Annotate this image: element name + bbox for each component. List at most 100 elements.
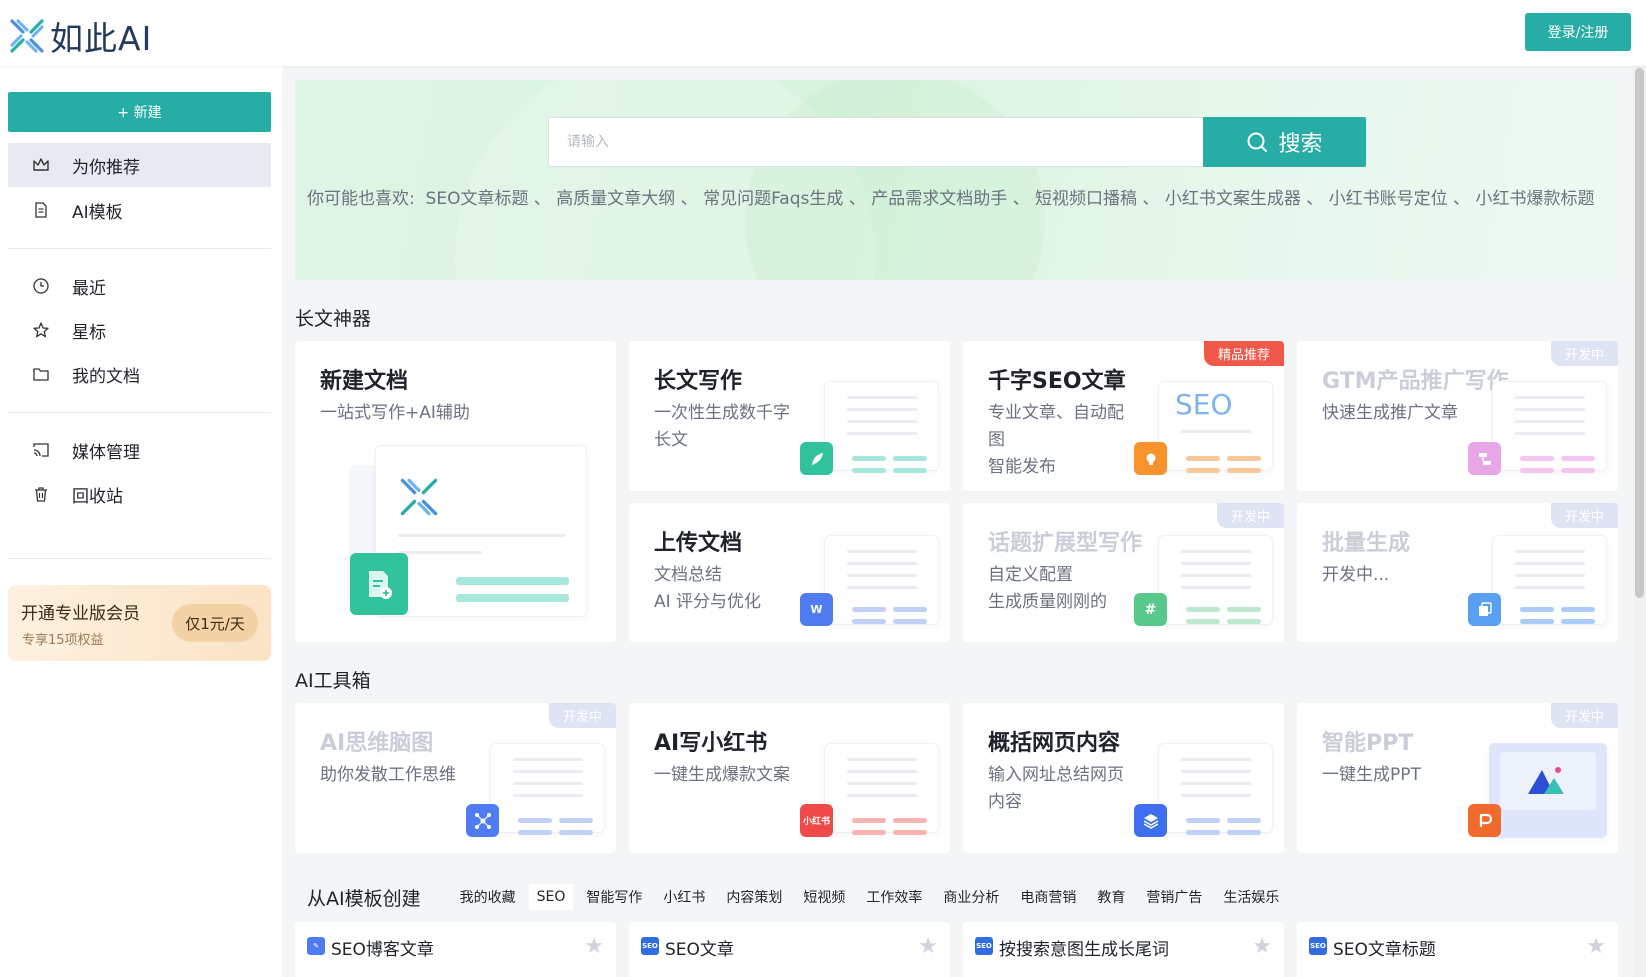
card-upload-doc[interactable]: 上传文档 文档总结 AI 评分与优化 W: [629, 503, 950, 642]
word-icon: W: [800, 593, 833, 626]
dev-badge: 开发中: [548, 703, 616, 728]
suggestion-item[interactable]: 小红书账号定位: [1329, 189, 1448, 209]
top-bar: 如此AI 登录/注册: [0, 0, 1646, 66]
deco-bar: [893, 607, 927, 612]
card-new-doc[interactable]: 新建文档 一站式写作+AI辅助: [295, 341, 616, 642]
sidebar-item-trash[interactable]: 回收站: [8, 472, 271, 516]
card-xiaohongshu[interactable]: AI写小红书 一键生成爆款文案 小红书: [629, 703, 950, 853]
template-title: 按搜索意图生成长尾词: [999, 940, 1169, 960]
suggestion-item[interactable]: 产品需求文档助手: [871, 189, 1007, 209]
card-gtm[interactable]: GTM产品推广写作 快速生成推广文章 开发中: [1297, 341, 1618, 491]
deco-bar: [1186, 607, 1220, 612]
deco-bar: [852, 818, 886, 823]
login-button[interactable]: 登录/注册: [1525, 13, 1631, 51]
deco-bar: [852, 830, 886, 835]
deco-bar: [852, 619, 886, 624]
scrollbar-thumb[interactable]: [1635, 68, 1644, 598]
deco-bar: [1227, 607, 1261, 612]
tab-business-analysis[interactable]: 商业分析: [935, 882, 1007, 912]
deco-bar: [893, 818, 927, 823]
sidebar-item-templates[interactable]: AI模板: [8, 188, 271, 232]
folder-icon: [33, 368, 49, 381]
star-icon[interactable]: ★: [918, 934, 938, 959]
divider: [8, 412, 271, 413]
template-title: SEO博客文章: [331, 940, 434, 960]
tab-productivity[interactable]: 工作效率: [858, 882, 930, 912]
suggestion-item[interactable]: 高质量文章大纲: [556, 189, 675, 209]
clock-icon: [33, 278, 49, 294]
suggestion-item[interactable]: SEO文章标题: [426, 189, 529, 209]
deco-bar: [1561, 468, 1595, 473]
tab-ecommerce[interactable]: 电商营销: [1012, 882, 1084, 912]
mindmap-icon: [466, 804, 499, 837]
logo[interactable]: 如此AI: [8, 12, 152, 60]
deco-bar: [1227, 468, 1261, 473]
star-icon[interactable]: ★: [1586, 934, 1606, 959]
tab-smart-writing[interactable]: 智能写作: [578, 882, 650, 912]
search-button[interactable]: 搜索: [1203, 117, 1366, 167]
section-title-toolbox: AI工具箱: [295, 670, 371, 692]
vip-subtitle: 专享15项权益: [22, 633, 104, 648]
template-card[interactable]: SEO 按搜索意图生成长尾词 ★: [963, 922, 1284, 977]
template-card[interactable]: SEO SEO文章 ★: [629, 922, 950, 977]
suggestion-item[interactable]: 小红书文案生成器: [1165, 189, 1301, 209]
vip-price-button[interactable]: 仅1元/天: [172, 604, 258, 642]
search-icon: [1247, 132, 1268, 152]
card-batch-generate[interactable]: 批量生成 开发中... 开发中: [1297, 503, 1618, 642]
template-card[interactable]: ✎ SEO博客文章 ★: [295, 922, 616, 977]
tab-favorites[interactable]: 我的收藏: [452, 882, 524, 912]
vip-banner[interactable]: 开通专业版会员 专享15项权益 仅1元/天: [8, 585, 271, 661]
star-icon[interactable]: ★: [584, 934, 604, 959]
suggestion-item[interactable]: 常见问题Faqs生成: [703, 189, 843, 209]
tab-education[interactable]: 教育: [1089, 882, 1133, 912]
crown-icon: [33, 158, 49, 171]
cast-icon: [33, 443, 49, 457]
deco-bar: [1227, 619, 1261, 624]
sidebar-item-media[interactable]: 媒体管理: [8, 428, 271, 472]
card-title: 批量生成: [1322, 531, 1411, 556]
card-smart-ppt[interactable]: 智能PPT 一键生成PPT 开发中: [1297, 703, 1618, 853]
card-longform-writing[interactable]: 长文写作 一次性生成数千字长文: [629, 341, 950, 491]
deco-bar: [505, 594, 569, 602]
mountain-icon: [1528, 767, 1564, 794]
sidebar-item-label: 星标: [72, 322, 106, 343]
doc-add-icon: [350, 553, 408, 615]
search-input[interactable]: [548, 117, 1204, 167]
template-title: SEO文章: [665, 940, 734, 960]
new-button[interactable]: + 新建: [8, 92, 271, 132]
tab-seo[interactable]: SEO: [528, 884, 574, 910]
tab-lifestyle[interactable]: 生活娱乐: [1215, 882, 1287, 912]
star-icon[interactable]: ★: [1252, 934, 1272, 959]
copy-icon: [1468, 593, 1501, 626]
sidebar-item-recommend[interactable]: 为你推荐: [8, 143, 271, 187]
scrollbar[interactable]: [1633, 66, 1646, 977]
tab-content-planning[interactable]: 内容策划: [718, 882, 790, 912]
deco-bar: [518, 830, 552, 835]
sidebar-item-recent[interactable]: 最近: [8, 264, 271, 308]
tab-marketing[interactable]: 营销广告: [1138, 882, 1210, 912]
trash-icon: [35, 487, 47, 502]
deco-bar: [1561, 607, 1595, 612]
card-seo-article[interactable]: 千字SEO文章 专业文章、自动配图 智能发布 精品推荐 SEO: [963, 341, 1284, 491]
card-mindmap[interactable]: AI思维脑图 助你发散工作思维 开发中: [295, 703, 616, 853]
sidebar-item-label: 回收站: [72, 486, 123, 507]
search-hero: [295, 80, 1618, 280]
card-desc: 专业文章、自动配图 智能发布: [988, 403, 1124, 477]
card-summarize-webpage[interactable]: 概括网页内容 输入网址总结网页内容: [963, 703, 1284, 853]
seo-illustration-text: SEO: [1175, 388, 1233, 421]
tab-short-video[interactable]: 短视频: [795, 882, 853, 912]
logo-icon: [10, 19, 44, 53]
suggestion-item[interactable]: 短视频口播稿: [1035, 189, 1137, 209]
suggestion-item[interactable]: 小红书爆款标题: [1475, 189, 1594, 209]
xiaohongshu-icon-text: 小红书: [802, 817, 830, 827]
sidebar-item-starred[interactable]: 星标: [8, 308, 271, 352]
deco-bar: [1227, 830, 1261, 835]
template-card[interactable]: SEO SEO文章标题 ★: [1297, 922, 1618, 977]
deco-bar: [893, 830, 927, 835]
deco-bar: [1520, 607, 1554, 612]
template-tabs: 从AI模板创建 我的收藏 SEO 智能写作 小红书 内容策划 短视频 工作效率 …: [307, 882, 1292, 912]
card-topic-writing[interactable]: 话题扩展型写作 自定义配置 生成质量刚刚的 开发中 #: [963, 503, 1284, 642]
sidebar-item-my-docs[interactable]: 我的文档: [8, 352, 271, 396]
suggestion-label: 你可能也喜欢:: [307, 189, 415, 209]
tab-xiaohongshu[interactable]: 小红书: [655, 882, 713, 912]
